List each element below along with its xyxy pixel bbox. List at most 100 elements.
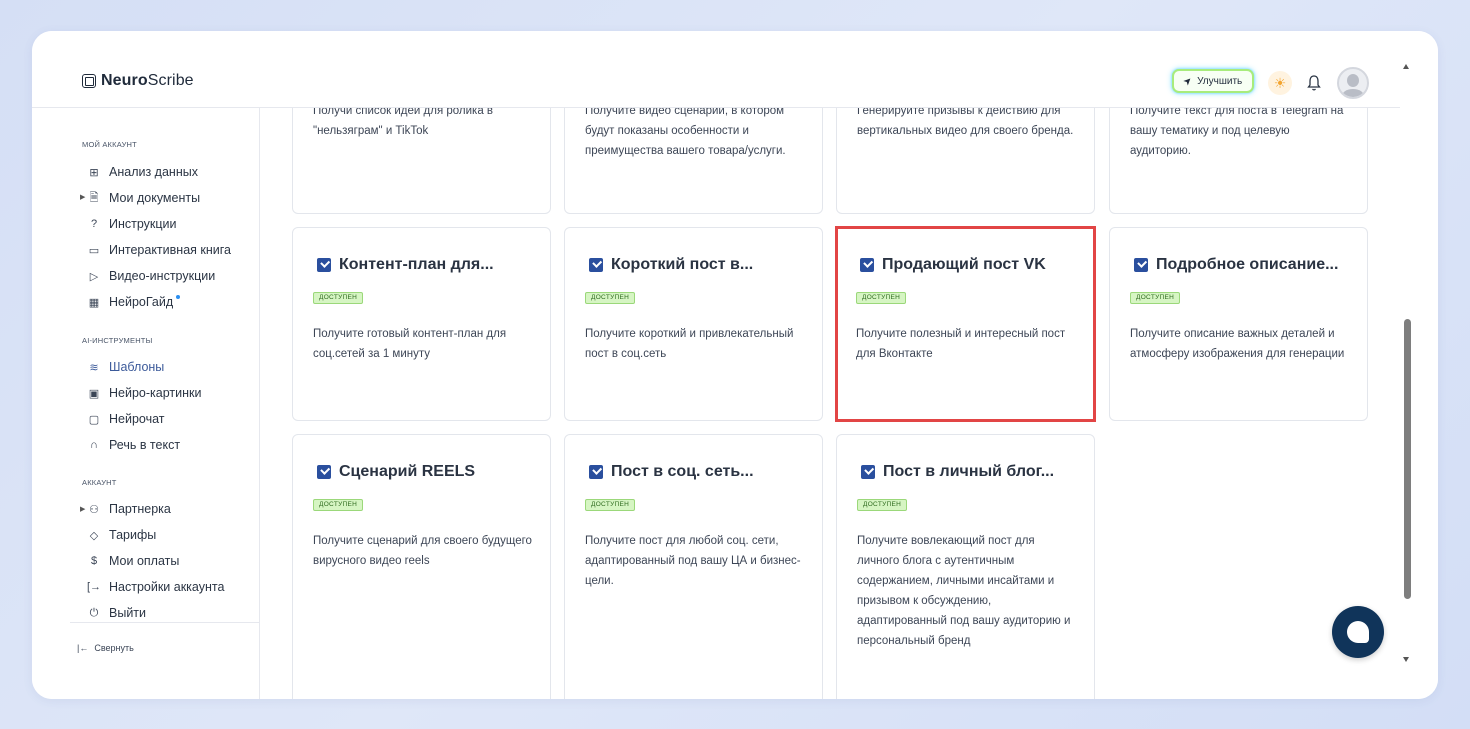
sidebar-item-label: Инструкции	[109, 217, 177, 231]
sidebar-item-label: Нейрочат	[109, 412, 165, 426]
document-icon: 🗎	[89, 191, 99, 204]
bell-icon[interactable]	[1306, 74, 1322, 92]
dollar-icon: $	[90, 555, 98, 567]
template-card-content-plan[interactable]: Контент-план для... ДОСТУПЕН Получите го…	[292, 227, 551, 421]
login-icon: [→	[86, 581, 102, 593]
sidebar-item-label: Шаблоны	[109, 360, 165, 374]
book-icon: ▭	[88, 244, 100, 257]
sidebar-item-label: Тарифы	[109, 528, 157, 542]
sidebar-item-neurochat[interactable]: ▢ Нейрочат	[88, 410, 165, 428]
card-title: Контент-план для...	[339, 256, 494, 273]
sidebar-item-neuroguide[interactable]: ▦ НейроГайд	[88, 293, 186, 311]
logo[interactable]: NeuroScribe	[82, 72, 194, 90]
card-description: Получите короткий и привлекательный пост…	[585, 328, 794, 360]
scroll-down-arrow-icon[interactable]	[1403, 657, 1409, 662]
card-title: Подробное описание...	[1156, 256, 1339, 273]
sidebar-item-instructions[interactable]: ? Инструкции	[88, 215, 177, 233]
sidebar: МОЙ АККАУНТ ⊞ Анализ данных ▶ 🗎 Мои доку…	[32, 108, 260, 699]
template-card-short-post[interactable]: Короткий пост в... ДОСТУПЕН Получите кор…	[564, 227, 823, 421]
status-badge: ДОСТУПЕН	[313, 499, 364, 511]
tag-icon: ◇	[89, 529, 99, 542]
scrollbar-thumb[interactable]	[1404, 319, 1411, 599]
sidebar-item-label: Партнерка	[109, 502, 171, 516]
sidebar-item-neuro-images[interactable]: ▣ Нейро-картинки	[88, 384, 202, 402]
templates-grid: Получи список идей для ролика в "нельзяг…	[261, 108, 1400, 699]
upgrade-button[interactable]: ➤ Улучшить	[1172, 69, 1254, 93]
checkbox-icon	[860, 258, 874, 272]
sidebar-item-label: Выйти	[109, 606, 147, 620]
status-badge: ДОСТУПЕН	[313, 292, 364, 304]
sidebar-item-label: Видео-инструкции	[109, 269, 216, 283]
card-description: Получите готовый контент-план для соц.се…	[313, 328, 507, 360]
sidebar-item-interactive-book[interactable]: ▭ Интерактивная книга	[88, 241, 231, 259]
power-icon: ⏻	[89, 606, 99, 619]
template-card[interactable]: Получите текст для поста в Telegram на в…	[1109, 108, 1368, 214]
sidebar-item-tariffs[interactable]: ◇ Тарифы	[88, 526, 156, 544]
collapse-label: Свернуть	[94, 643, 134, 653]
sidebar-item-label: Мои документы	[109, 191, 201, 205]
template-card-reels-script[interactable]: Сценарий REELS ДОСТУПЕН Получите сценари…	[292, 434, 551, 699]
collapse-sidebar-button[interactable]: |← Свернуть	[77, 643, 134, 653]
sidebar-item-label: Интерактивная книга	[109, 243, 231, 257]
new-indicator-dot	[176, 295, 181, 299]
chat-widget-button[interactable]	[1332, 606, 1384, 658]
card-description: Получите пост для любой соц. сети, адапт…	[585, 535, 801, 587]
logo-text-bold: Neuro	[101, 72, 148, 89]
sidebar-item-label: НейроГайд	[109, 295, 174, 309]
sidebar-item-speech-to-text[interactable]: ∩ Речь в текст	[88, 436, 180, 454]
chat-icon: ▢	[88, 413, 100, 426]
rocket-icon: ➤	[1181, 74, 1195, 88]
sidebar-divider	[70, 622, 260, 623]
status-badge: ДОСТУПЕН	[856, 292, 907, 304]
users-icon: ⚇	[89, 503, 99, 516]
status-badge: ДОСТУПЕН	[585, 499, 636, 511]
template-card[interactable]: Получи список идей для ролика в "нельзяг…	[292, 108, 551, 214]
card-description: Генерируйте призывы к действию для верти…	[857, 108, 1074, 137]
sidebar-item-label: Речь в текст	[109, 438, 181, 452]
card-title: Сценарий REELS	[339, 463, 476, 480]
collapse-left-icon: |←	[77, 643, 89, 653]
sidebar-item-data-analysis[interactable]: ⊞ Анализ данных	[88, 163, 198, 181]
scroll-up-arrow-icon[interactable]	[1403, 64, 1409, 69]
sidebar-item-account-settings[interactable]: [→ Настройки аккаунта	[86, 578, 224, 596]
checkbox-icon	[317, 465, 331, 479]
card-description: Получите описание важных деталей и атмос…	[1130, 328, 1345, 360]
sidebar-item-logout[interactable]: ⏻ Выйти	[88, 604, 146, 622]
status-badge: ДОСТУПЕН	[585, 292, 636, 304]
card-description: Получите вовлекающий пост для личного бл…	[857, 535, 1071, 647]
checkbox-icon	[1134, 258, 1148, 272]
sidebar-item-templates[interactable]: ≋ Шаблоны	[88, 358, 164, 376]
card-description: Получи список идей для ролика в "нельзяг…	[313, 108, 494, 137]
template-card[interactable]: Генерируйте призывы к действию для верти…	[836, 108, 1095, 214]
sidebar-item-label: Анализ данных	[109, 165, 198, 179]
sidebar-item-video-instructions[interactable]: ▷ Видео-инструкции	[88, 267, 215, 285]
checkbox-icon	[589, 258, 603, 272]
template-card-selling-post-vk[interactable]: Продающий пост VK ДОСТУПЕН Получите поле…	[835, 226, 1096, 422]
top-header: NeuroScribe ➤ Улучшить ☀	[32, 31, 1400, 108]
template-card-social-post[interactable]: Пост в соц. сеть... ДОСТУПЕН Получите по…	[564, 434, 823, 699]
card-title: Продающий пост VK	[882, 256, 1046, 273]
caret-right-icon[interactable]: ▶	[80, 505, 85, 513]
card-title: Короткий пост в...	[611, 256, 754, 273]
caret-right-icon[interactable]: ▶	[80, 193, 85, 201]
card-description: Получите сценарий для своего будущего ви…	[313, 535, 532, 567]
sidebar-item-partners[interactable]: ⚇ Партнерка	[88, 500, 171, 518]
sidebar-item-my-documents[interactable]: 🗎 Мои документы	[88, 189, 201, 207]
layers-icon: ≋	[89, 361, 99, 374]
sidebar-item-label: Мои оплаты	[109, 554, 180, 568]
grid-icon: ⊞	[89, 166, 99, 179]
card-description: Получите полезный и интересный пост для …	[856, 328, 1066, 360]
checkbox-icon	[861, 465, 875, 479]
logo-text-light: Scribe	[147, 72, 194, 89]
table-icon: ▦	[88, 296, 100, 309]
image-icon: ▣	[88, 387, 100, 400]
checkbox-icon	[317, 258, 331, 272]
sidebar-item-my-payments[interactable]: $ Мои оплаты	[88, 552, 179, 570]
avatar[interactable]	[1337, 67, 1369, 99]
template-card[interactable]: Получите видео сценарии, в котором будут…	[564, 108, 823, 214]
template-card-personal-blog[interactable]: Пост в личный блог... ДОСТУПЕН Получите …	[836, 434, 1095, 699]
theme-toggle-sun-icon[interactable]: ☀	[1268, 71, 1292, 95]
card-description: Получите видео сценарии, в котором будут…	[585, 108, 786, 157]
sidebar-item-label: Нейро-картинки	[109, 386, 202, 400]
template-card-detailed-description[interactable]: Подробное описание... ДОСТУПЕН Получите …	[1109, 227, 1368, 421]
